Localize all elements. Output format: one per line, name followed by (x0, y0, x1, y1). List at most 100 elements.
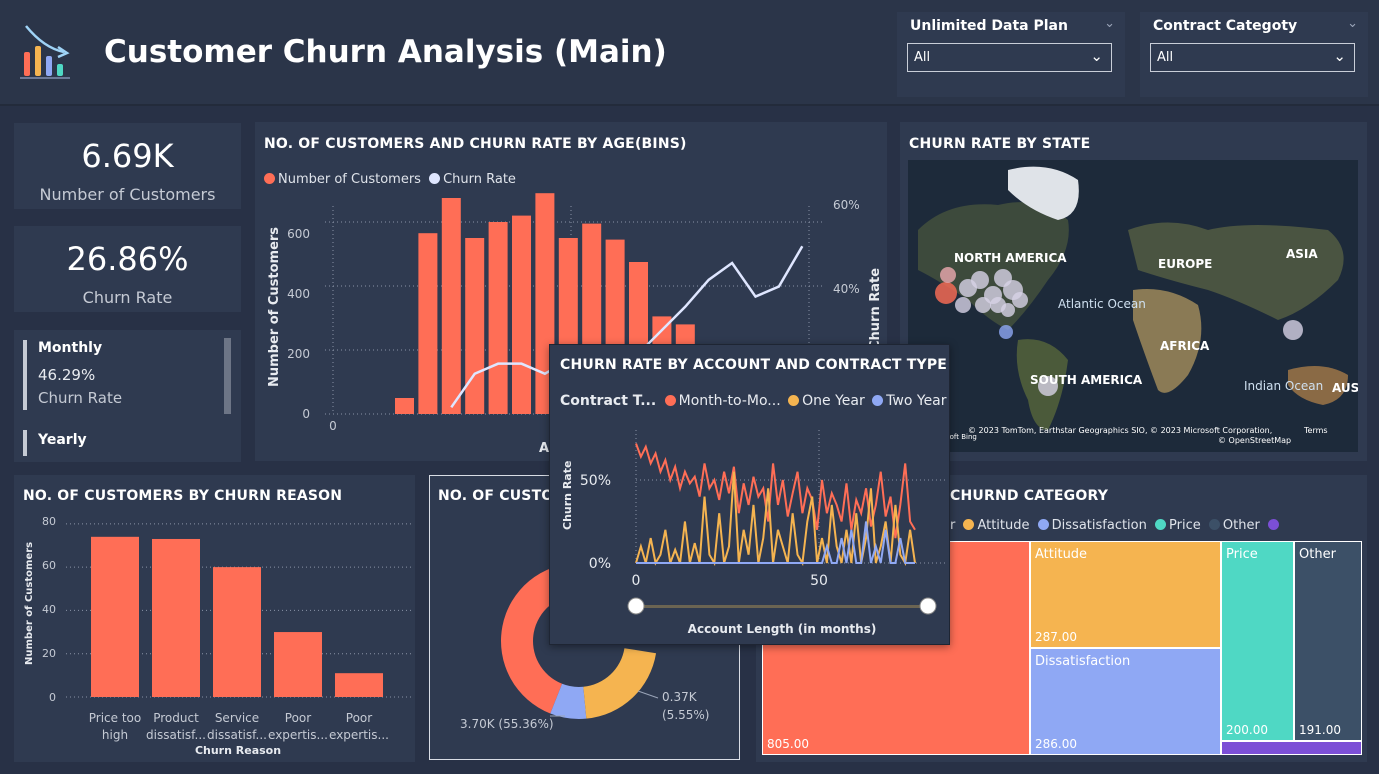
leader-line (637, 690, 659, 699)
x-tick-label: expertis... (329, 728, 389, 742)
x-tick-label: high (102, 728, 128, 742)
chevron-down-icon: ⌄ (1333, 47, 1346, 65)
map-bubble[interactable] (935, 282, 957, 304)
map-label: Indian Ocean (1244, 379, 1323, 393)
bar (274, 632, 322, 697)
treemap-cell[interactable] (1221, 741, 1362, 755)
cell-value: 191.00 (1299, 723, 1341, 737)
cell-label: Attitude (1035, 547, 1088, 562)
donut-data-label: (5.55%) (662, 708, 709, 722)
x-tick-label: Service (215, 711, 259, 725)
cell-label: Other (1299, 547, 1336, 562)
x-tick-label: dissatisf... (207, 728, 267, 742)
x-axis-title: A (539, 441, 549, 456)
y-tick-label: 60 (42, 559, 56, 572)
map-label: ASIA (1286, 247, 1318, 261)
cell-value: 286.00 (1035, 737, 1077, 751)
contract-label: Monthly (38, 340, 103, 356)
treemap-cell[interactable]: Other 191.00 (1294, 541, 1362, 741)
contract-category-dropdown[interactable]: All ⌄ (1150, 43, 1355, 72)
bar (465, 238, 485, 414)
bar (91, 536, 139, 697)
unlimited-data-plan-slicer: Unlimited Data Plan ⌄ All ⌄ (897, 12, 1125, 97)
donut-data-label: 0.37K (662, 690, 698, 704)
treemap-cell[interactable]: Attitude 287.00 (1030, 541, 1221, 648)
y2-axis-title: Churn Rate (868, 268, 883, 350)
legend-dot (1037, 519, 1049, 530)
x-tick-label: 0 (329, 419, 337, 433)
bar-chart-trend-down-icon (20, 25, 70, 79)
range-slider-start-handle[interactable] (627, 597, 645, 615)
chevron-down-icon[interactable]: ⌄ (1347, 16, 1358, 31)
cell-value: 200.00 (1226, 723, 1268, 737)
bar (213, 567, 261, 697)
legend-label: Attitude (977, 518, 1030, 533)
map-bubble[interactable] (1283, 320, 1303, 340)
bar (488, 222, 508, 414)
x-tick-label: Poor (346, 711, 372, 725)
bar (418, 233, 438, 414)
world-map[interactable]: NORTH AMERICA EUROPE ASIA Atlantic Ocean… (908, 160, 1358, 452)
accent-bar (23, 340, 27, 410)
y2-tick-label: 60% (833, 198, 860, 212)
map-label: EUROPE (1158, 257, 1212, 271)
y-tick-label: 80 (42, 515, 56, 528)
dropdown-value: All (914, 50, 931, 65)
map-bubble[interactable] (971, 271, 989, 289)
contract-churn-card: Monthly 46.29% Churn Rate Yearly (14, 330, 241, 462)
terms-link[interactable]: Terms (1303, 426, 1328, 435)
chevron-down-icon[interactable]: ⌄ (1104, 16, 1115, 31)
range-slider-track[interactable] (636, 605, 928, 608)
x-axis-title: Churn Reason (195, 744, 281, 757)
unlimited-data-plan-dropdown[interactable]: All ⌄ (907, 43, 1112, 72)
tooltip-chart-overlay: CHURN RATE BY ACCOUNT AND CONTRACT TYPE … (549, 344, 950, 645)
slicer-label: Contract Categoty (1153, 18, 1298, 34)
y-axis-title: Number of Customers (267, 227, 282, 387)
scrollbar[interactable] (224, 338, 231, 414)
tooltip-line-chart: Churn Rate 0% 50% 0 50 Account Length (i… (561, 430, 945, 636)
x-tick-label: Poor (285, 711, 311, 725)
accent-bar (23, 430, 27, 456)
map-bubble[interactable] (999, 325, 1013, 339)
kpi-label: Number of Customers (39, 185, 216, 204)
slicer-label: Unlimited Data Plan (910, 18, 1068, 34)
dropdown-value: All (1157, 50, 1174, 65)
contract-category-slicer: Contract Categoty ⌄ All ⌄ (1140, 12, 1368, 97)
osm-link[interactable]: © OpenStreetMap (1218, 436, 1291, 445)
churn-rate-kpi-card: 26.86% Churn Rate (14, 226, 241, 312)
kpi-value: 6.69K (81, 137, 174, 175)
map-bubble[interactable] (1001, 303, 1015, 317)
y-tick-label: 0 (49, 691, 56, 704)
y-tick-label: 50% (580, 473, 611, 489)
customers-kpi-card: 6.69K Number of Customers (14, 123, 241, 209)
bar (441, 198, 461, 414)
y-tick-label: 200 (287, 347, 310, 361)
map-bubble[interactable] (975, 297, 991, 313)
map-attribution: © 2023 TomTom, Earthstar Geographics SIO… (968, 426, 1272, 435)
legend-dot (1155, 519, 1167, 530)
map-label: NORTH AMERICA (954, 251, 1067, 265)
chevron-down-icon: ⌄ (1090, 47, 1103, 65)
treemap-cell[interactable]: Dissatisfaction 286.00 (1030, 648, 1221, 755)
y-tick-label: 0 (302, 407, 310, 421)
y2-tick-label: 40% (833, 282, 860, 296)
treemap-cell[interactable]: Price 200.00 (1221, 541, 1294, 741)
map-bubble[interactable] (955, 297, 971, 313)
legend-dot (1267, 519, 1279, 530)
report-header: Customer Churn Analysis (Main) Unlimited… (0, 0, 1379, 106)
range-slider-end-handle[interactable] (919, 597, 937, 615)
chart-title: CHURND CATEGORY (950, 488, 1109, 504)
kpi-label: Churn Rate (82, 288, 173, 307)
bar (152, 538, 200, 697)
donut-slice (583, 648, 657, 719)
map-bubble[interactable] (1012, 292, 1028, 308)
donut-data-label: 3.70K (55.36%) (460, 717, 554, 731)
legend-dot (1208, 519, 1220, 530)
legend-label: Price (1169, 518, 1201, 533)
map-bubble[interactable] (940, 267, 956, 283)
kpi-value: 26.86% (66, 240, 189, 278)
y-axis-title: Number of Customers (24, 542, 35, 665)
churn-reason-chart: Number of Customers Churn Reason 0 20 40… (24, 515, 412, 757)
y-axis-title: Churn Rate (561, 461, 574, 530)
y-tick-label: 600 (287, 227, 310, 241)
